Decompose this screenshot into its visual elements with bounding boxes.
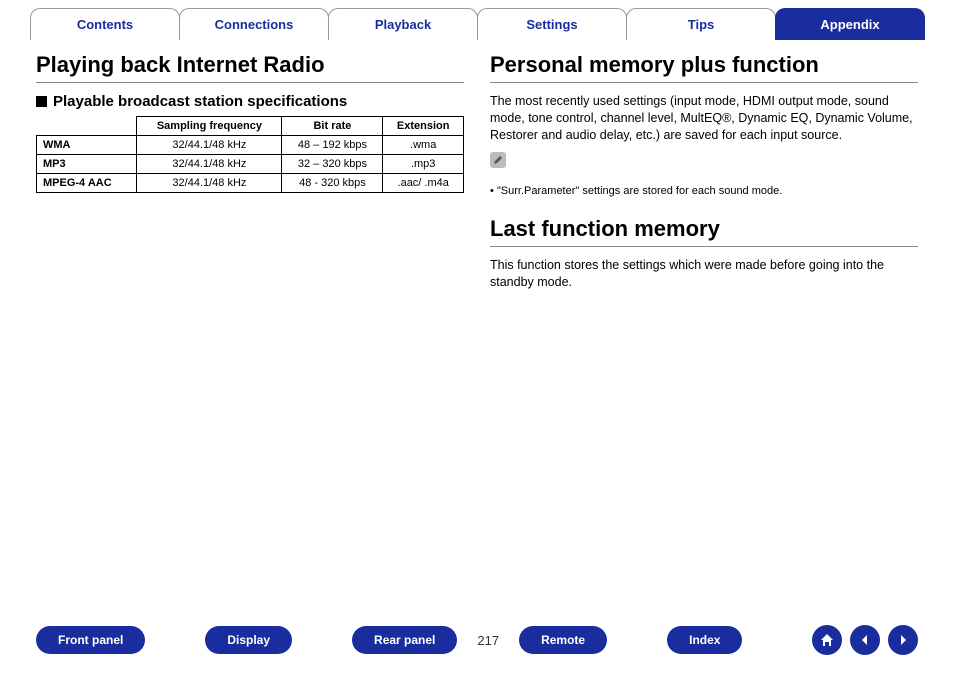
th-blank [37,117,137,136]
table-row: MP3 32/44.1/48 kHz 32 – 320 kbps .mp3 [37,155,464,174]
tab-playback[interactable]: Playback [328,8,478,40]
subheading: Playable broadcast station specification… [36,93,464,110]
cell-rate: 32 – 320 kbps [282,155,383,174]
cell-rate: 48 - 320 kbps [282,174,383,193]
tab-appendix[interactable]: Appendix [775,8,925,40]
paragraph-1: The most recently used settings (input m… [490,93,918,144]
cell-ext: .mp3 [383,155,464,174]
index-button[interactable]: Index [667,626,742,654]
page-number: 217 [467,633,509,648]
display-button[interactable]: Display [205,626,292,654]
square-bullet-icon [36,96,47,107]
cell-fmt: WMA [37,136,137,155]
right-column: Personal memory plus function The most r… [490,52,918,299]
divider [36,82,464,83]
left-column: Playing back Internet Radio Playable bro… [36,52,464,299]
divider [490,82,918,83]
home-icon[interactable] [812,625,842,655]
table-row: MPEG-4 AAC 32/44.1/48 kHz 48 - 320 kbps … [37,174,464,193]
spec-table: Sampling frequency Bit rate Extension WM… [36,116,464,193]
subheading-text: Playable broadcast station specification… [53,93,347,110]
bottom-bar: Front panel Display Rear panel 217 Remot… [0,625,954,655]
th-freq: Sampling frequency [137,117,282,136]
cell-freq: 32/44.1/48 kHz [137,136,282,155]
remote-button[interactable]: Remote [519,626,607,654]
tab-tips[interactable]: Tips [626,8,776,40]
top-nav: Contents Connections Playback Settings T… [0,0,954,40]
th-rate: Bit rate [282,117,383,136]
tab-contents[interactable]: Contents [30,8,180,40]
prev-icon[interactable] [850,625,880,655]
cell-rate: 48 – 192 kbps [282,136,383,155]
heading-left: Playing back Internet Radio [36,52,464,78]
heading-right-1: Personal memory plus function [490,52,918,78]
cell-ext: .aac/ .m4a [383,174,464,193]
tab-connections[interactable]: Connections [179,8,329,40]
table-row: WMA 32/44.1/48 kHz 48 – 192 kbps .wma [37,136,464,155]
cell-ext: .wma [383,136,464,155]
tab-settings[interactable]: Settings [477,8,627,40]
note-text: • "Surr.Parameter" settings are stored f… [490,184,918,198]
th-ext: Extension [383,117,464,136]
next-icon[interactable] [888,625,918,655]
paragraph-2: This function stores the settings which … [490,257,918,291]
front-panel-button[interactable]: Front panel [36,626,145,654]
heading-right-2: Last function memory [490,216,918,242]
rear-panel-button[interactable]: Rear panel [352,626,457,654]
cell-fmt: MP3 [37,155,137,174]
nav-icons [812,625,918,655]
page-content: Playing back Internet Radio Playable bro… [0,40,954,299]
cell-freq: 32/44.1/48 kHz [137,155,282,174]
cell-freq: 32/44.1/48 kHz [137,174,282,193]
cell-fmt: MPEG-4 AAC [37,174,137,193]
note-row [490,152,918,168]
pencil-icon [490,152,506,168]
divider [490,246,918,247]
